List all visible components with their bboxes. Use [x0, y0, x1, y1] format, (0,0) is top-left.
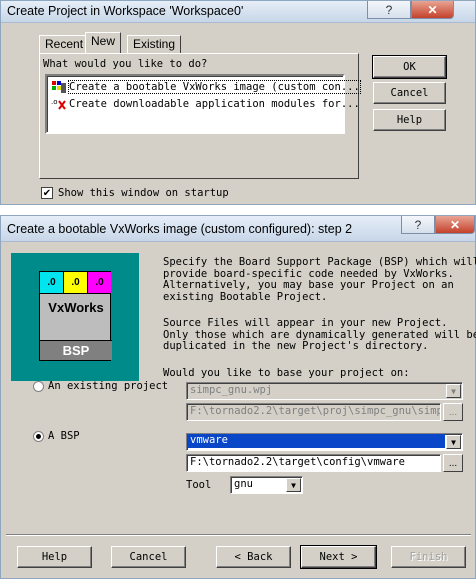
list-item-label: Create a bootable VxWorks image (custom …	[68, 80, 361, 94]
existing-project-path: F:\tornado2.2\target\proj\simpc_gnu\simp…	[186, 403, 441, 421]
logo-bsp-text: BSP	[40, 340, 112, 360]
source-files-description: Source Files will appear in your new Pro…	[163, 317, 476, 352]
help-icon[interactable]: ?	[401, 216, 435, 234]
existing-project-value: simpc_gnu.wpj	[190, 384, 273, 396]
bsp-combo[interactable]: vmware ▼	[186, 433, 463, 451]
tab-new[interactable]: New	[85, 32, 122, 53]
tool-label: Tool	[186, 479, 212, 491]
bsp-selected-value: vmware	[188, 434, 445, 448]
chevron-down-icon: ▼	[446, 384, 461, 398]
ok-button[interactable]: OK	[372, 55, 447, 79]
new-tab-panel: What would you like to do? Create a boot…	[39, 53, 361, 179]
back-button[interactable]: < Back	[216, 546, 291, 568]
existing-browse-button: ...	[443, 403, 463, 421]
divider	[6, 534, 471, 536]
what-to-do-label: What would you like to do?	[43, 58, 208, 70]
download-module-icon: .o	[51, 97, 67, 111]
list-item[interactable]: .o Create downloadable application modul…	[51, 96, 360, 112]
existing-project-label: An existing project	[48, 380, 169, 392]
existing-project-radio[interactable]	[33, 381, 44, 392]
cancel-button[interactable]: Cancel	[111, 546, 186, 568]
chevron-down-icon[interactable]: ▼	[446, 435, 461, 449]
bsp-path-field[interactable]: F:\tornado2.2\target\config\vmware	[186, 454, 441, 472]
bootable-image-icon	[51, 80, 67, 94]
tab-recent[interactable]: Recent	[39, 35, 90, 53]
finish-button: Finish	[391, 546, 466, 568]
close-icon[interactable]: ✕	[411, 1, 454, 19]
vxworks-bsp-logo: .0 .0 .0 VxWorks BSP	[11, 253, 139, 381]
help-icon[interactable]: ?	[367, 1, 411, 19]
svg-text:.o: .o	[51, 98, 58, 106]
logo-box: .0 .0 .0 VxWorks BSP	[39, 271, 112, 361]
dialog1-titlebar[interactable]: Create Project in Workspace 'Workspace0'…	[1, 1, 475, 23]
bsp-browse-button[interactable]: ...	[443, 454, 463, 472]
bsp-step-dialog: Create a bootable VxWorks image (custom …	[0, 215, 476, 579]
tool-value: gnu	[234, 478, 253, 490]
logo-chip-magenta: .0	[88, 272, 111, 294]
help-button[interactable]: Help	[17, 546, 92, 568]
base-project-prompt: Would you like to base your project on:	[163, 367, 410, 379]
bsp-radio[interactable]	[33, 431, 44, 442]
existing-project-combo: simpc_gnu.wpj ▼	[186, 382, 463, 400]
help-button[interactable]: Help	[373, 109, 446, 131]
project-type-list[interactable]: Create a bootable VxWorks image (custom …	[45, 74, 361, 134]
close-icon[interactable]: ✕	[435, 216, 475, 234]
logo-chip-cyan: .0	[40, 272, 64, 294]
list-item[interactable]: Create a bootable VxWorks image (custom …	[51, 79, 361, 95]
logo-chip-yellow: .0	[64, 272, 88, 294]
create-project-dialog: Create Project in Workspace 'Workspace0'…	[0, 0, 476, 205]
list-item-label: Create downloadable application modules …	[69, 98, 360, 110]
dialog1-title: Create Project in Workspace 'Workspace0'	[7, 4, 244, 18]
bsp-description: Specify the Board Support Package (BSP) …	[163, 256, 476, 303]
tool-combo[interactable]: gnu ▼	[230, 476, 303, 494]
show-startup-checkbox[interactable]: ✔	[41, 187, 53, 199]
cancel-button[interactable]: Cancel	[373, 82, 446, 104]
logo-vxworks-text: VxWorks	[48, 300, 104, 315]
chevron-down-icon[interactable]: ▼	[286, 478, 301, 492]
show-startup-label: Show this window on startup	[58, 187, 229, 199]
tab-existing[interactable]: Existing	[127, 35, 182, 53]
dialog2-title: Create a bootable VxWorks image (custom …	[7, 222, 353, 236]
bsp-label: A BSP	[48, 430, 80, 442]
next-button[interactable]: Next >	[300, 545, 377, 569]
dialog2-titlebar[interactable]: Create a bootable VxWorks image (custom …	[1, 216, 475, 242]
